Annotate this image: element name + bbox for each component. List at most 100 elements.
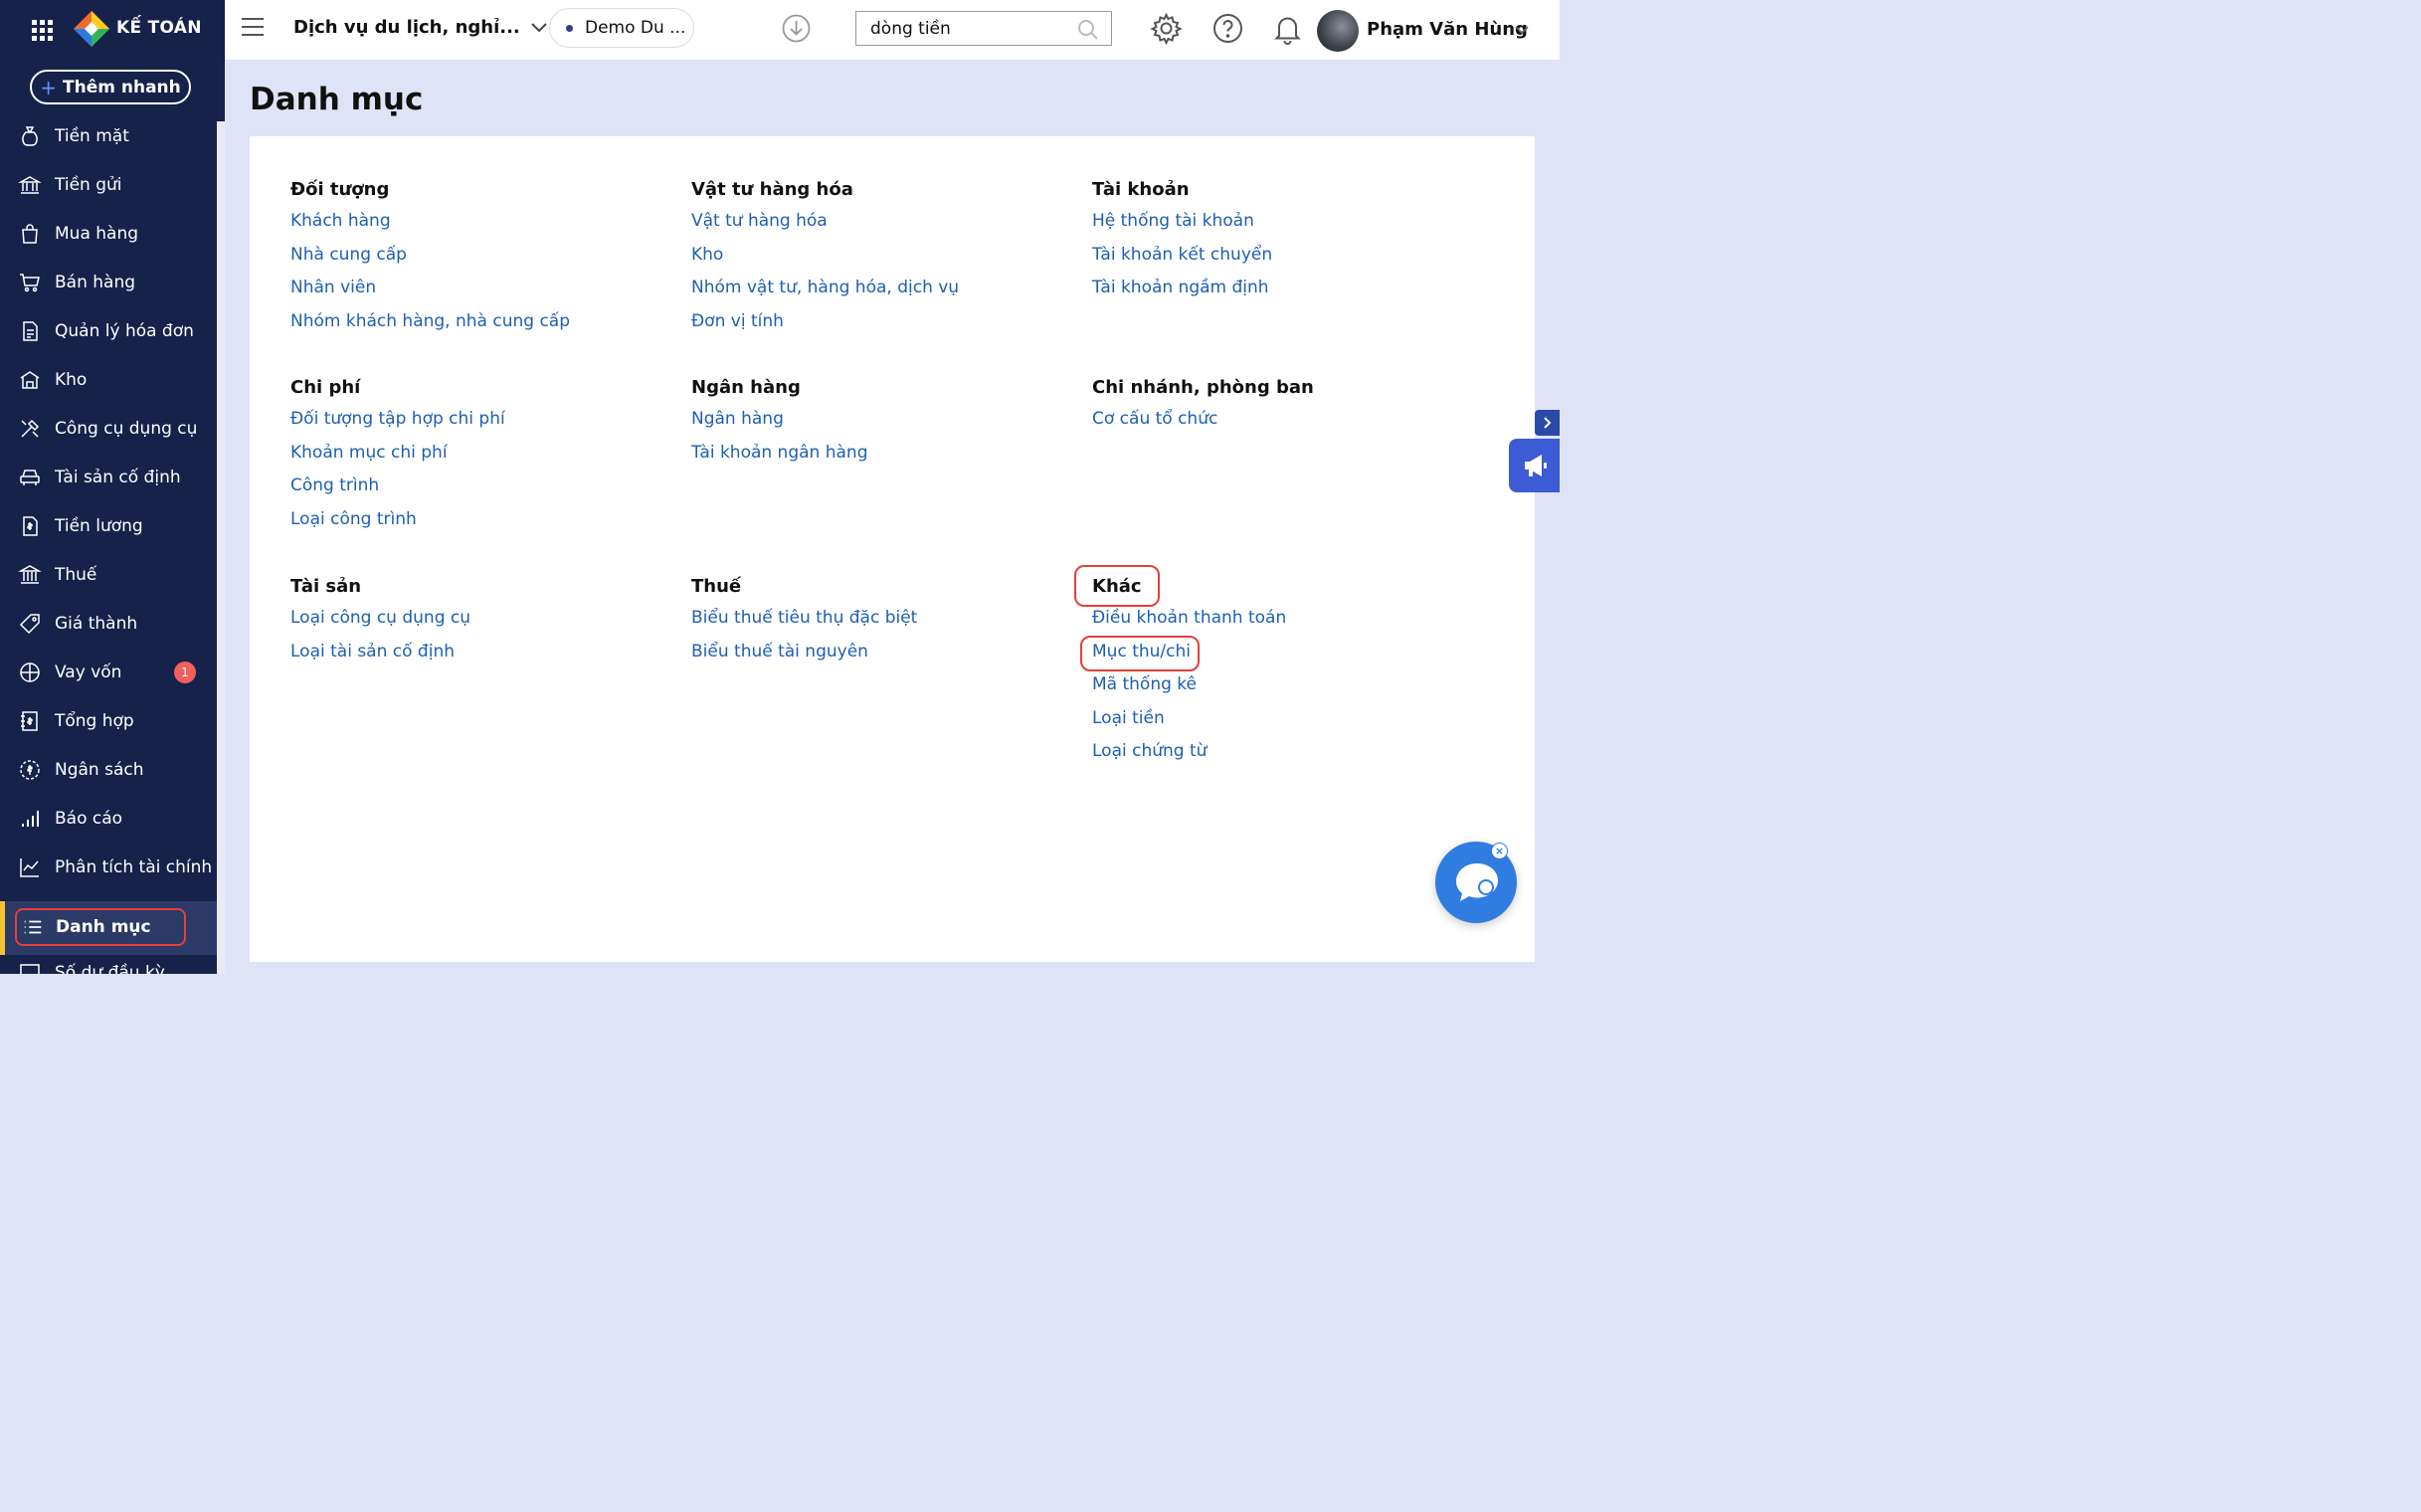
sidebar-nav: Tiền mặt Tiền gửi Mua hàng Bán hàng Quản…: [0, 111, 217, 891]
sidebar-item-salary[interactable]: Tiền lương: [0, 501, 217, 550]
link-tool-types[interactable]: Loại công cụ dụng cụ: [290, 602, 470, 636]
search-box[interactable]: dòng tiền: [855, 11, 1112, 46]
sidebar-item-label: Bán hàng: [55, 272, 136, 292]
link-expense-items[interactable]: Khoản mục chi phí: [290, 437, 505, 471]
sidebar-item-label: Giá thành: [55, 613, 138, 634]
group-materials: Vật tư hàng hóa Vật tư hàng hóa Kho Nhóm…: [691, 175, 959, 338]
sidebar-item-loan[interactable]: Vay vốn 1: [0, 648, 217, 696]
link-material-groups[interactable]: Nhóm vật tư, hàng hóa, dịch vụ: [691, 272, 959, 305]
bell-icon[interactable]: [1271, 12, 1304, 45]
sidebar-item-summary[interactable]: Tổng hợp: [0, 696, 217, 745]
link-currencies[interactable]: Loại tiền: [1092, 702, 1286, 736]
link-banks[interactable]: Ngân hàng: [691, 403, 867, 437]
chevron-down-icon[interactable]: [1514, 24, 1530, 36]
warehouse-icon: [20, 370, 40, 389]
group-title: Chi nhánh, phòng ban: [1092, 377, 1314, 398]
sidebar-item-label: Tiền gửi: [55, 174, 122, 195]
gear-icon[interactable]: [1150, 12, 1183, 45]
logo-icon: [74, 11, 109, 47]
notification-badge: 1: [174, 662, 196, 683]
link-units[interactable]: Đơn vị tính: [691, 305, 959, 339]
link-payment-terms[interactable]: Điều khoản thanh toán: [1092, 602, 1286, 636]
bank-icon: [18, 175, 42, 194]
chat-bubble-icon: [1456, 863, 1498, 901]
user-name[interactable]: Phạm Văn Hùng: [1367, 19, 1528, 40]
sidebar-item-tax[interactable]: Thuế: [0, 550, 217, 599]
sidebar-item-label: Tài sản cố định: [55, 467, 181, 487]
link-cost-objects[interactable]: Đối tượng tập hợp chi phí: [290, 403, 505, 437]
sidebar-item-opening-balance[interactable]: Số dư đầu kỳ: [18, 961, 165, 974]
group-title: Đối tượng: [290, 179, 390, 200]
link-customer-supplier-groups[interactable]: Nhóm khách hàng, nhà cung cấp: [290, 305, 570, 339]
search-icon[interactable]: [1077, 19, 1099, 41]
ledger-icon: [21, 710, 38, 731]
sidebar-item-budget[interactable]: Ngân sách: [0, 745, 217, 794]
sidebar-item-sales[interactable]: Bán hàng: [0, 258, 217, 306]
link-projects[interactable]: Công trình: [290, 470, 505, 503]
sidebar-item-label: Ngân sách: [55, 759, 144, 780]
link-bank-accounts[interactable]: Tài khoản ngân hàng: [691, 437, 867, 471]
sidebar-item-fixed-assets[interactable]: Tài sản cố định: [0, 453, 217, 501]
balance-icon: [20, 964, 40, 974]
link-chart-of-accounts[interactable]: Hệ thống tài khoản: [1092, 205, 1272, 239]
sidebar-item-label: Tiền mặt: [55, 125, 129, 146]
group-banks: Ngân hàng Ngân hàng Tài khoản ngân hàng: [691, 373, 867, 470]
budget-icon: [20, 759, 40, 780]
group-title: Vật tư hàng hóa: [691, 179, 853, 200]
sidebar-active-indicator: [0, 901, 5, 955]
loan-icon: [20, 662, 40, 682]
link-org-structure[interactable]: Cơ cấu tổ chức: [1092, 403, 1314, 437]
group-title: Tài khoản: [1092, 179, 1190, 200]
download-icon[interactable]: [782, 14, 811, 43]
group-title: Thuế: [691, 576, 742, 597]
close-icon[interactable]: ×: [1491, 843, 1508, 859]
analysis-icon: [20, 857, 39, 877]
link-excise-tax-rates[interactable]: Biểu thuế tiêu thụ đặc biệt: [691, 602, 917, 636]
sidebar-item-report[interactable]: Báo cáo: [0, 794, 217, 843]
sidebar-item-cost[interactable]: Giá thành: [0, 599, 217, 648]
quick-add-label: Thêm nhanh: [63, 77, 181, 97]
group-branches: Chi nhánh, phòng ban Cơ cấu tổ chức: [1092, 373, 1314, 437]
sidebar-item-catalog[interactable]: Danh mục: [15, 908, 186, 946]
sidebar-item-label: Tổng hợp: [55, 710, 134, 731]
avatar[interactable]: [1317, 10, 1359, 52]
database-selector[interactable]: Demo Du ...: [549, 8, 694, 48]
link-default-accounts[interactable]: Tài khoản ngầm định: [1092, 272, 1272, 305]
sidebar-item-purchase[interactable]: Mua hàng: [0, 209, 217, 258]
sidebar-header: KẾ TOÁN: [0, 0, 225, 60]
link-warehouse[interactable]: Kho: [691, 239, 959, 273]
sidebar-item-deposit[interactable]: Tiền gửi: [0, 160, 217, 209]
sidebar-item-label: Báo cáo: [55, 808, 123, 829]
quick-add-button[interactable]: + Thêm nhanh: [30, 70, 191, 104]
sidebar-scrollbar[interactable]: [217, 121, 225, 974]
logo-text: KẾ TOÁN: [116, 18, 202, 38]
link-resource-tax-rates[interactable]: Biểu thuế tài nguyên: [691, 636, 917, 669]
sidebar-item-label: Phân tích tài chính: [55, 856, 213, 877]
link-transfer-accounts[interactable]: Tài khoản kết chuyển: [1092, 239, 1272, 273]
sidebar-item-financial-analysis[interactable]: Phân tích tài chính: [0, 843, 217, 891]
link-fixed-asset-types[interactable]: Loại tài sản cố định: [290, 636, 470, 669]
menu-toggle-icon[interactable]: [242, 18, 264, 36]
group-assets: Tài sản Loại công cụ dụng cụ Loại tài sả…: [290, 572, 470, 668]
link-customers[interactable]: Khách hàng: [290, 205, 570, 239]
link-project-types[interactable]: Loại công trình: [290, 503, 505, 537]
app-grid-icon[interactable]: [32, 20, 53, 41]
sidebar-item-label: Thuế: [55, 564, 97, 585]
help-icon[interactable]: [1211, 12, 1244, 45]
database-dot-icon: [566, 24, 573, 32]
company-selector[interactable]: Dịch vụ du lịch, nghỉ...: [293, 17, 548, 38]
link-suppliers[interactable]: Nhà cung cấp: [290, 239, 570, 273]
link-statistic-codes[interactable]: Mã thống kê: [1092, 668, 1286, 702]
announcement-button[interactable]: [1509, 439, 1560, 492]
search-input[interactable]: dòng tiền: [870, 19, 951, 39]
link-materials[interactable]: Vật tư hàng hóa: [691, 205, 959, 239]
side-panel-toggle[interactable]: [1535, 410, 1560, 436]
sidebar-item-label: Công cụ dụng cụ: [55, 418, 198, 439]
sidebar-item-invoice[interactable]: Quản lý hóa đơn: [0, 306, 217, 355]
chevron-right-icon: [1544, 417, 1552, 429]
sidebar-item-cash[interactable]: Tiền mặt: [0, 111, 217, 160]
link-employees[interactable]: Nhân viên: [290, 272, 570, 305]
sidebar-item-warehouse[interactable]: Kho: [0, 355, 217, 404]
sidebar-item-tools[interactable]: Công cụ dụng cụ: [0, 404, 217, 453]
link-voucher-types[interactable]: Loại chứng từ: [1092, 735, 1286, 769]
